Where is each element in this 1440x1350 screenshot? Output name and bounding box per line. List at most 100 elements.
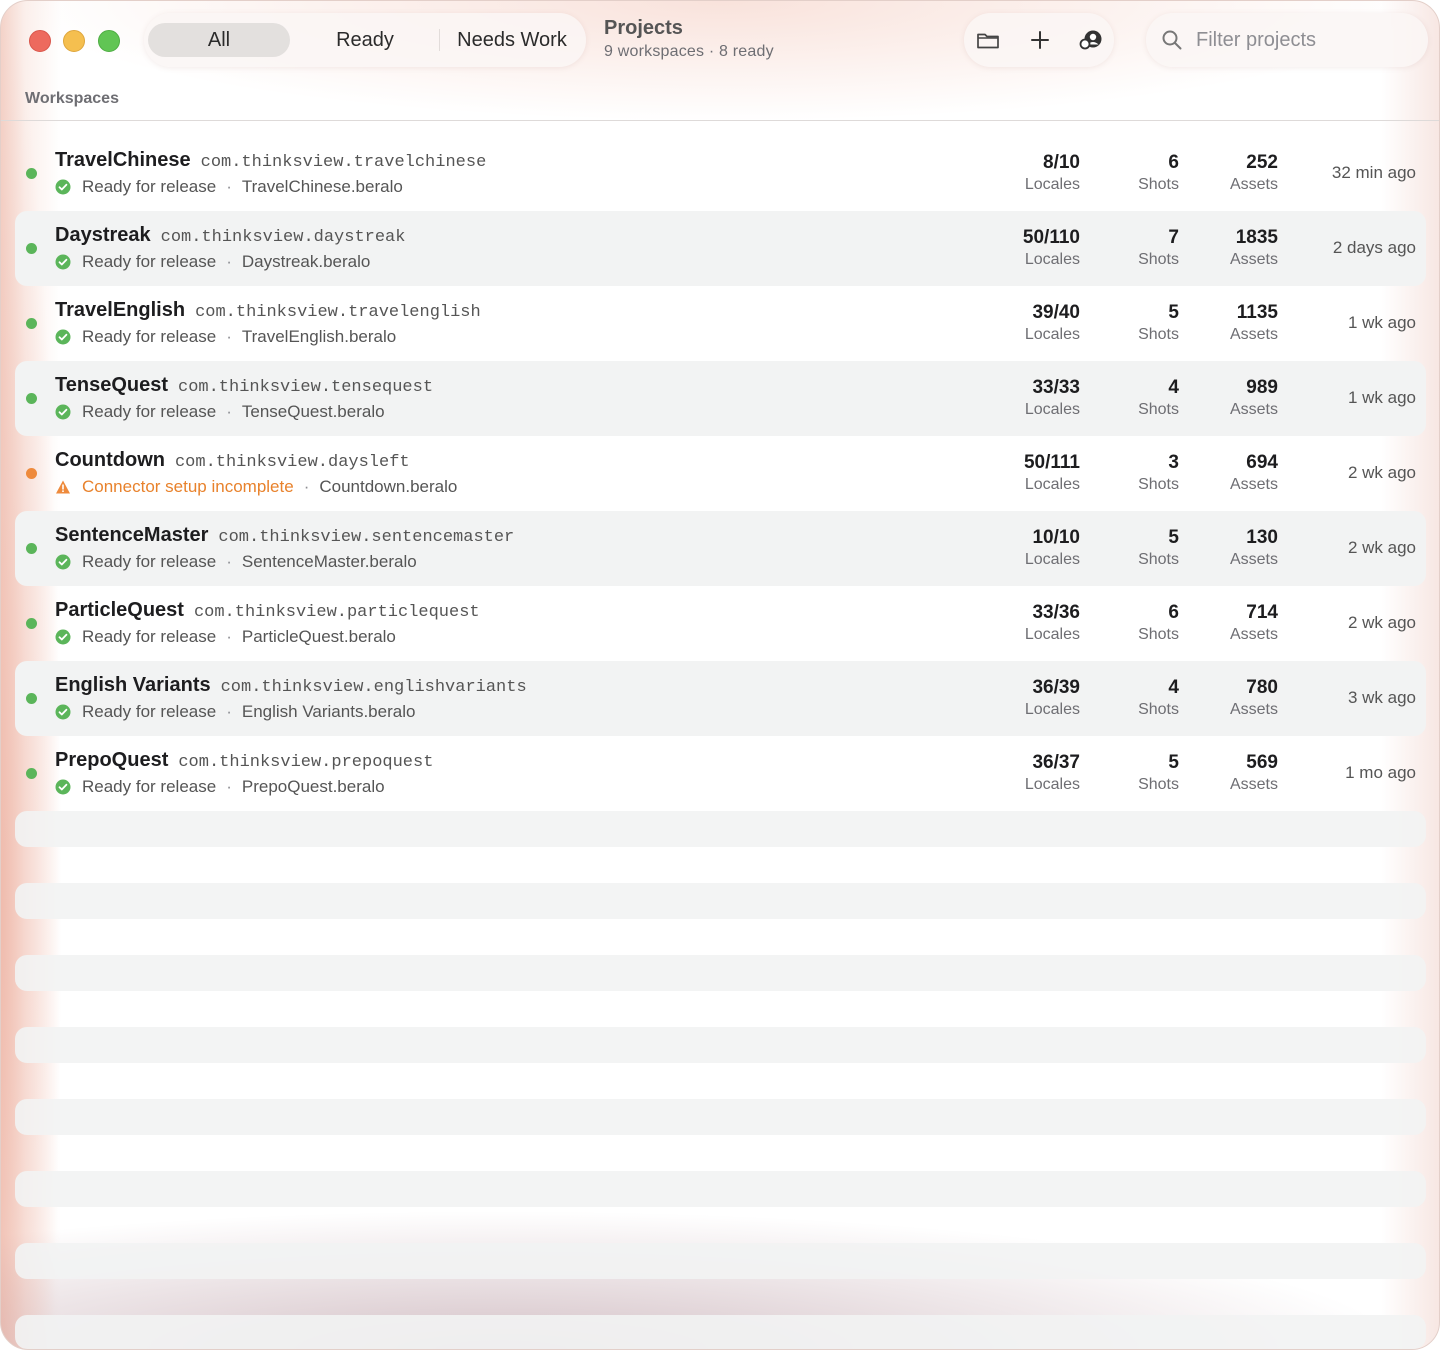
separator: ·	[226, 552, 232, 571]
assets-stat: 130 Assets	[1230, 527, 1278, 569]
shots-value: 5	[1168, 527, 1179, 548]
project-file: English Variants.beralo	[241, 702, 416, 721]
project-file: Daystreak.beralo	[241, 252, 371, 271]
project-row[interactable]: Countdown com.thinksview.daysleft Connecto…	[15, 436, 1426, 511]
assets-stat: 714 Assets	[1230, 602, 1278, 644]
status-text: Ready for release	[82, 777, 217, 796]
shots-stat: 6 Shots	[1138, 602, 1179, 644]
locales-stat: 50/110 Locales	[1023, 227, 1080, 269]
checkmark-circle-icon	[55, 554, 71, 570]
assets-label: Assets	[1229, 701, 1278, 718]
status-dot	[26, 243, 37, 254]
shots-label: Shots	[1138, 701, 1179, 718]
assets-stat: 780 Assets	[1230, 677, 1278, 719]
separator: ·	[226, 627, 232, 646]
zoom-window-button[interactable]	[98, 30, 120, 52]
locales-label: Locales	[1024, 551, 1080, 568]
empty-row-placeholders	[15, 811, 1426, 1349]
locales-value: 36/39	[1032, 677, 1080, 698]
assets-label: Assets	[1229, 401, 1278, 418]
project-file: TravelEnglish.beralo	[241, 327, 397, 346]
project-row[interactable]: TravelChinese com.thinksview.travelchines…	[15, 136, 1426, 211]
project-row[interactable]: PrepoQuest com.thinksview.prepoquest Ready…	[15, 736, 1426, 811]
segment-ready[interactable]: Ready	[294, 23, 436, 57]
project-file: PrepoQuest.beralo	[241, 777, 385, 796]
status-text: Ready for release	[82, 702, 217, 721]
assets-label: Assets	[1229, 626, 1278, 643]
locales-label: Locales	[1024, 701, 1080, 718]
shots-stat: 4 Shots	[1138, 677, 1179, 719]
assets-label: Assets	[1229, 251, 1278, 268]
checkmark-circle-icon	[55, 329, 71, 345]
search-input[interactable]	[1196, 25, 1416, 55]
status-text: Connector setup incomplete	[82, 477, 294, 496]
search-icon	[1162, 30, 1182, 50]
project-name: Countdown	[55, 449, 165, 471]
status-line: Ready for release · English Variants.beral…	[55, 702, 415, 722]
section-label: Workspaces	[25, 90, 119, 107]
project-name: English Variants	[55, 674, 211, 696]
status-text: Ready for release	[82, 252, 217, 271]
project-name-line: PrepoQuest com.thinksview.prepoquest	[55, 749, 433, 772]
plus-icon[interactable]	[1025, 25, 1055, 55]
placeholder-row	[15, 955, 1426, 991]
checkmark-circle-icon	[55, 629, 71, 645]
locales-stat: 39/40 Locales	[1025, 302, 1080, 344]
folder-icon[interactable]	[973, 25, 1003, 55]
shots-value: 6	[1168, 152, 1179, 173]
placeholder-row	[15, 1243, 1426, 1279]
segment-all[interactable]: All	[148, 23, 290, 57]
bundle-id: com.thinksview.sentencemaster	[218, 528, 515, 547]
status-text: Ready for release	[82, 552, 217, 571]
project-row[interactable]: Daystreak com.thinksview.daystreak Ready f…	[15, 211, 1426, 286]
separator: ·	[226, 177, 232, 196]
page-title: Projects	[604, 17, 683, 39]
status-text: Ready for release	[82, 177, 217, 196]
locales-value: 50/111	[1023, 452, 1080, 473]
status-line: Ready for release · PrepoQuest.beralo	[55, 777, 385, 797]
project-row[interactable]: TravelEnglish com.thinksview.travelenglis…	[15, 286, 1426, 361]
page-subtitle: 9 workspaces · 8 ready	[604, 43, 774, 60]
separator: ·	[226, 777, 232, 796]
project-name: PrepoQuest	[55, 749, 169, 771]
last-updated: 1 mo ago	[1345, 763, 1416, 782]
project-list: TravelChinese com.thinksview.travelchines…	[15, 136, 1426, 811]
project-row[interactable]: SentenceMaster com.thinksview.sentencemas…	[15, 511, 1426, 586]
bundle-id: com.thinksview.travelchinese	[200, 153, 487, 172]
assets-stat: 1135 Assets	[1230, 302, 1278, 344]
header-divider	[1, 120, 1439, 121]
shots-stat: 5 Shots	[1138, 302, 1179, 344]
search-box	[1146, 13, 1428, 67]
segment-needs-work[interactable]: Needs Work	[442, 23, 582, 57]
bundle-id: com.thinksview.prepoquest	[178, 753, 434, 772]
placeholder-row	[15, 1315, 1426, 1349]
placeholder-row	[15, 1027, 1426, 1063]
locales-stat: 10/10 Locales	[1025, 527, 1080, 569]
shots-value: 7	[1168, 227, 1179, 248]
shots-stat: 3 Shots	[1138, 452, 1179, 494]
project-row[interactable]: English Variants com.thinksview.englishva…	[15, 661, 1426, 736]
shots-stat: 5 Shots	[1138, 527, 1179, 569]
bundle-id: com.thinksview.particlequest	[193, 603, 480, 622]
shots-label: Shots	[1138, 626, 1179, 643]
project-row[interactable]: TenseQuest com.thinksview.tensequest Ready…	[15, 361, 1426, 436]
placeholder-row	[15, 1171, 1426, 1207]
segment-divider	[439, 29, 440, 51]
shots-label: Shots	[1138, 476, 1179, 493]
locales-value: 33/36	[1032, 602, 1080, 623]
project-name-line: Daystreak com.thinksview.daystreak	[55, 224, 405, 247]
project-name-line: TenseQuest com.thinksview.tensequest	[55, 374, 433, 397]
shots-value: 5	[1168, 302, 1179, 323]
status-text: Ready for release	[82, 327, 217, 346]
last-updated: 32 min ago	[1331, 163, 1416, 182]
shots-value: 6	[1168, 602, 1179, 623]
status-line: Connector setup incomplete · Countdown.ber…	[55, 477, 457, 497]
status-text: Ready for release	[82, 402, 217, 421]
project-row[interactable]: ParticleQuest com.thinksview.particleques…	[15, 586, 1426, 661]
minimize-window-button[interactable]	[63, 30, 85, 52]
project-file: TravelChinese.beralo	[241, 177, 403, 196]
status-line: Ready for release · TravelChinese.beralo	[55, 177, 403, 197]
close-window-button[interactable]	[29, 30, 51, 52]
account-icon[interactable]	[1076, 25, 1106, 55]
last-updated: 1 wk ago	[1347, 313, 1416, 332]
